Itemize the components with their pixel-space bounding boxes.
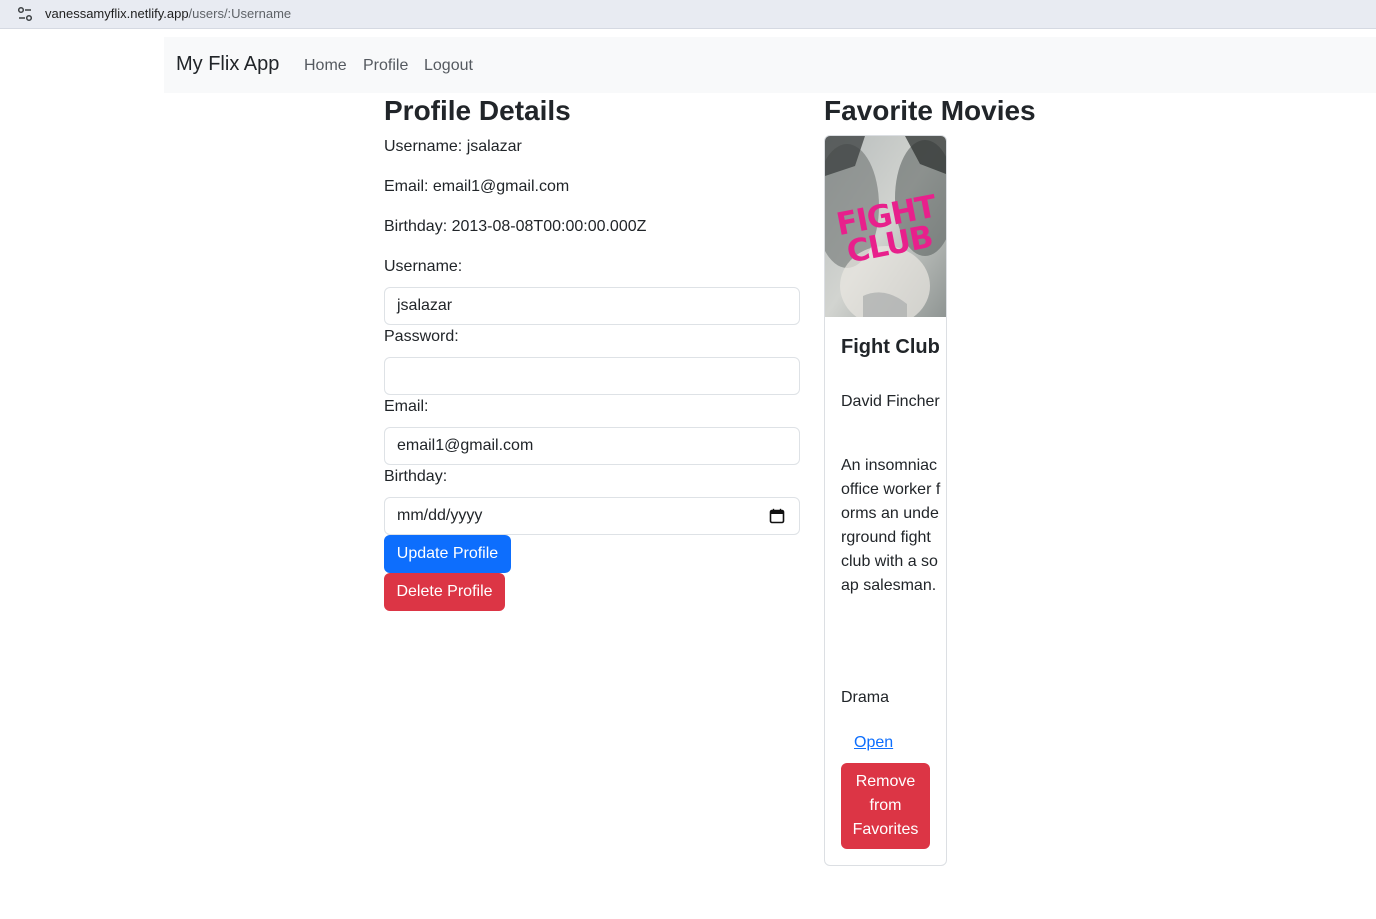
username-input-value: jsalazar bbox=[397, 297, 453, 314]
password-input[interactable] bbox=[384, 357, 800, 395]
delete-profile-button[interactable]: Delete Profile bbox=[384, 573, 505, 611]
navbar-brand[interactable]: My Flix App bbox=[176, 53, 279, 76]
nav-link-profile[interactable]: Profile bbox=[363, 57, 408, 75]
birthday-input[interactable]: mm/dd/yyyy bbox=[384, 497, 800, 535]
nav-link-home[interactable]: Home bbox=[304, 57, 347, 75]
url-path: /users/:Username bbox=[188, 6, 292, 21]
email-label: Email: bbox=[384, 398, 429, 415]
profile-birthday: Birthday: 2013-08-08T00:00:00.000Z bbox=[384, 218, 647, 235]
movie-description: An insomniac office worker forms an unde… bbox=[841, 457, 941, 594]
username-input[interactable]: jsalazar bbox=[384, 287, 800, 325]
profile-heading: Profile Details bbox=[384, 95, 571, 126]
profile-email: Email: email1@gmail.com bbox=[384, 178, 570, 195]
birthday-placeholder: mm/dd/yyyy bbox=[397, 507, 483, 524]
username-label: Username: bbox=[384, 258, 463, 275]
profile-username: Username: jsalazar bbox=[384, 138, 522, 155]
birthday-label: Birthday: bbox=[384, 468, 448, 485]
url-host: vanessamyflix.netlify.app bbox=[45, 6, 189, 21]
open-movie-link[interactable]: Open bbox=[854, 734, 893, 752]
favorites-heading: Favorite Movies bbox=[824, 95, 1036, 126]
browser-address-bar[interactable]: vanessamyflix.netlify.app/users/:Usernam… bbox=[0, 0, 1376, 29]
movie-director: David Fincher bbox=[841, 393, 940, 410]
navbar: My Flix App Home Profile Logout bbox=[164, 37, 1376, 93]
movie-title: Fight Club bbox=[841, 336, 940, 358]
movie-genre: Drama bbox=[841, 689, 890, 706]
tune-icon[interactable] bbox=[16, 5, 34, 23]
url-text[interactable]: vanessamyflix.netlify.app/users/:Usernam… bbox=[45, 6, 291, 21]
email-input-value: email1@gmail.com bbox=[397, 437, 534, 454]
email-input[interactable]: email1@gmail.com bbox=[384, 427, 800, 465]
calendar-icon[interactable] bbox=[769, 508, 785, 524]
update-profile-button[interactable]: Update Profile bbox=[384, 535, 511, 573]
nav-link-logout[interactable]: Logout bbox=[424, 57, 473, 75]
remove-favorite-button[interactable]: Remove from Favorites bbox=[841, 763, 930, 849]
password-label: Password: bbox=[384, 328, 459, 345]
movie-card: FIGHT CLUB Fight Club David Fincher An i… bbox=[824, 135, 947, 866]
